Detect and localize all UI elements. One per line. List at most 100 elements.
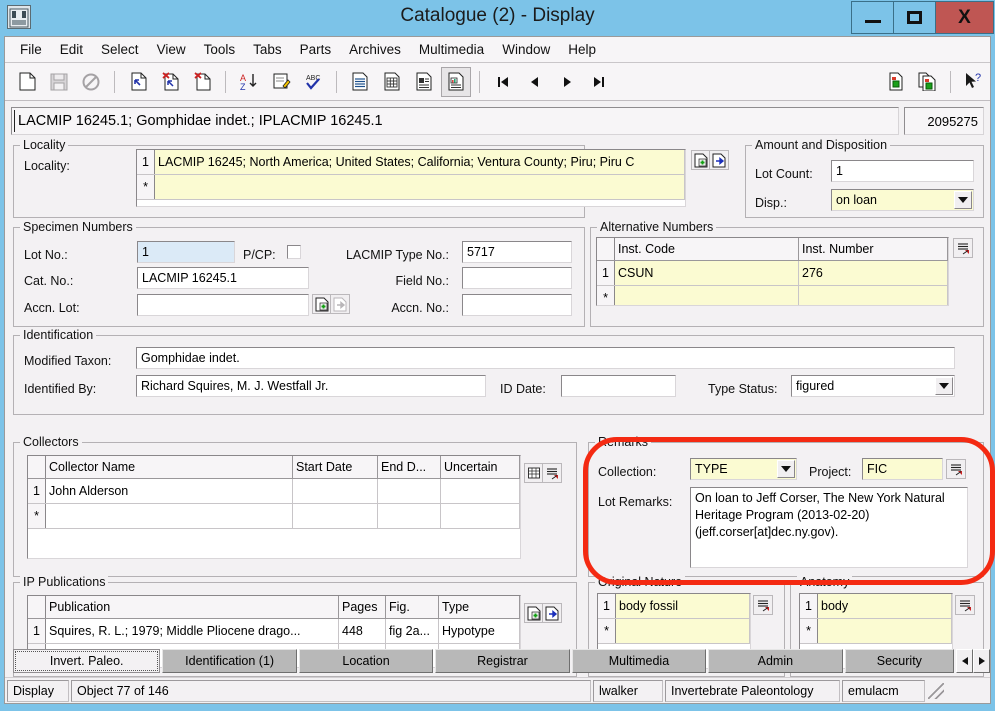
lookup-list-icon[interactable] <box>953 238 973 258</box>
goto-icon[interactable] <box>330 294 350 314</box>
collector-name-cell-empty[interactable] <box>45 503 293 529</box>
inst-code-cell-empty[interactable] <box>614 285 799 305</box>
locality-value[interactable]: LACMIP 16245; North America; United Stat… <box>154 150 685 175</box>
insert-record-icon[interactable] <box>123 67 153 97</box>
table-grid-icon[interactable] <box>524 463 544 483</box>
discard-changes-icon[interactable] <box>76 67 106 97</box>
anatomy-cell[interactable]: body <box>817 594 952 619</box>
edit-note-icon[interactable] <box>266 67 296 97</box>
cat-no-field[interactable]: LACMIP 16245.1 <box>137 267 309 289</box>
inst-number-cell-empty[interactable] <box>798 285 948 305</box>
table-row[interactable]: 1 John Alderson <box>28 478 520 504</box>
context-help-icon[interactable]: ? <box>959 67 989 97</box>
menu-window[interactable]: Window <box>493 39 559 60</box>
chevron-down-icon[interactable] <box>935 377 953 395</box>
page-view-icon[interactable] <box>409 67 439 97</box>
column-header-inst-number[interactable]: Inst. Number <box>798 238 948 261</box>
anatomy-cell-empty[interactable] <box>817 618 952 644</box>
fig-cell[interactable]: fig 2a... <box>385 618 439 644</box>
tab-location[interactable]: Location <box>298 649 434 673</box>
uncertain-cell-empty[interactable] <box>440 503 520 529</box>
column-header-publication[interactable]: Publication <box>45 596 339 619</box>
delete-page-icon[interactable] <box>187 67 217 97</box>
publication-cell[interactable]: Squires, R. L.; 1979; Middle Pliocene dr… <box>45 618 339 644</box>
table-row[interactable]: 1 LACMIP 16245; North America; United St… <box>137 150 685 175</box>
menu-tabs[interactable]: Tabs <box>244 39 291 60</box>
accn-no-field[interactable] <box>462 294 572 316</box>
menu-help[interactable]: Help <box>559 39 605 60</box>
table-row[interactable]: * <box>800 618 952 644</box>
lookup-list-icon[interactable] <box>955 595 975 615</box>
lookup-list-icon[interactable] <box>946 459 966 479</box>
details-view-icon[interactable] <box>441 66 471 97</box>
previous-record-icon[interactable] <box>520 67 550 97</box>
table-row[interactable]: * <box>597 285 948 305</box>
menu-view[interactable]: View <box>148 39 195 60</box>
menu-archives[interactable]: Archives <box>340 39 410 60</box>
inst-number-cell[interactable]: 276 <box>798 260 948 286</box>
spellcheck-icon[interactable]: ABC <box>298 67 328 97</box>
chevron-down-icon[interactable] <box>954 191 972 209</box>
field-no-field[interactable] <box>462 267 572 289</box>
next-record-icon[interactable] <box>552 67 582 97</box>
table-row[interactable]: 1 body <box>800 594 952 619</box>
tab-security[interactable]: Security <box>844 649 955 673</box>
first-record-icon[interactable] <box>488 67 518 97</box>
list-view-icon[interactable] <box>345 67 375 97</box>
minimize-button[interactable] <box>851 1 894 34</box>
id-date-field[interactable] <box>561 375 676 397</box>
column-header-type[interactable]: Type <box>438 596 520 619</box>
end-date-cell[interactable] <box>377 478 441 504</box>
lot-no-field[interactable]: 1 <box>137 241 235 263</box>
table-row[interactable]: * <box>137 174 685 200</box>
column-header-uncertain[interactable]: Uncertain <box>440 456 520 479</box>
sort-az-icon[interactable]: AZ <box>234 67 264 97</box>
tab-scroll-left-button[interactable] <box>956 649 974 673</box>
lookup-list-icon[interactable] <box>542 463 562 483</box>
identified-by-field[interactable]: Richard Squires, M. J. Westfall Jr. <box>136 375 486 397</box>
pages-cell[interactable]: 448 <box>338 618 386 644</box>
modified-taxon-field[interactable]: Gomphidae indet. <box>136 347 955 369</box>
tab-multimedia[interactable]: Multimedia <box>571 649 707 673</box>
type-status-select[interactable]: figured <box>791 375 955 397</box>
chevron-down-icon[interactable] <box>777 460 795 478</box>
column-header-end-date[interactable]: End D... <box>377 456 441 479</box>
close-button[interactable]: X <box>935 1 994 34</box>
menu-tools[interactable]: Tools <box>195 39 245 60</box>
attach-icon[interactable] <box>691 150 711 170</box>
tab-scroll-right-button[interactable] <box>973 649 990 673</box>
delete-record-icon[interactable] <box>155 67 185 97</box>
locality-value-empty[interactable] <box>154 174 685 200</box>
menu-multimedia[interactable]: Multimedia <box>410 39 493 60</box>
column-header-start-date[interactable]: Start Date <box>292 456 378 479</box>
resize-grip-icon[interactable] <box>928 682 944 699</box>
menu-edit[interactable]: Edit <box>51 39 92 60</box>
collector-name-cell[interactable]: John Alderson <box>45 478 293 504</box>
duplicate-record-icon[interactable] <box>912 67 942 97</box>
table-row[interactable]: * <box>28 503 520 529</box>
start-date-cell-empty[interactable] <box>292 503 378 529</box>
column-header-inst-code[interactable]: Inst. Code <box>614 238 799 261</box>
attach-icon[interactable] <box>312 294 332 314</box>
column-header-collector-name[interactable]: Collector Name <box>45 456 293 479</box>
end-date-cell-empty[interactable] <box>377 503 441 529</box>
tab-invert-paleo[interactable]: Invert. Paleo. <box>13 649 161 673</box>
lot-remarks-textarea[interactable]: On loan to Jeff Corser, The New York Nat… <box>690 487 968 568</box>
uncertain-cell[interactable] <box>440 478 520 504</box>
pcp-checkbox[interactable] <box>287 245 301 259</box>
collectors-grid[interactable]: Collector Name Start Date End D... Uncer… <box>27 455 521 559</box>
goto-icon[interactable] <box>542 603 562 623</box>
maximize-button[interactable] <box>893 1 936 34</box>
tab-registrar[interactable]: Registrar <box>435 649 570 673</box>
column-header-pages[interactable]: Pages <box>338 596 386 619</box>
menu-select[interactable]: Select <box>92 39 148 60</box>
start-date-cell[interactable] <box>292 478 378 504</box>
last-record-icon[interactable] <box>584 67 614 97</box>
lookup-list-icon[interactable] <box>753 595 773 615</box>
original-nature-cell[interactable]: body fossil <box>615 594 750 619</box>
original-nature-cell-empty[interactable] <box>615 618 750 644</box>
disposition-select[interactable]: on loan <box>831 189 974 211</box>
table-row[interactable]: 1 Squires, R. L.; 1979; Middle Pliocene … <box>28 618 520 644</box>
locality-grid[interactable]: 1 LACMIP 16245; North America; United St… <box>136 149 686 207</box>
menu-parts[interactable]: Parts <box>291 39 341 60</box>
